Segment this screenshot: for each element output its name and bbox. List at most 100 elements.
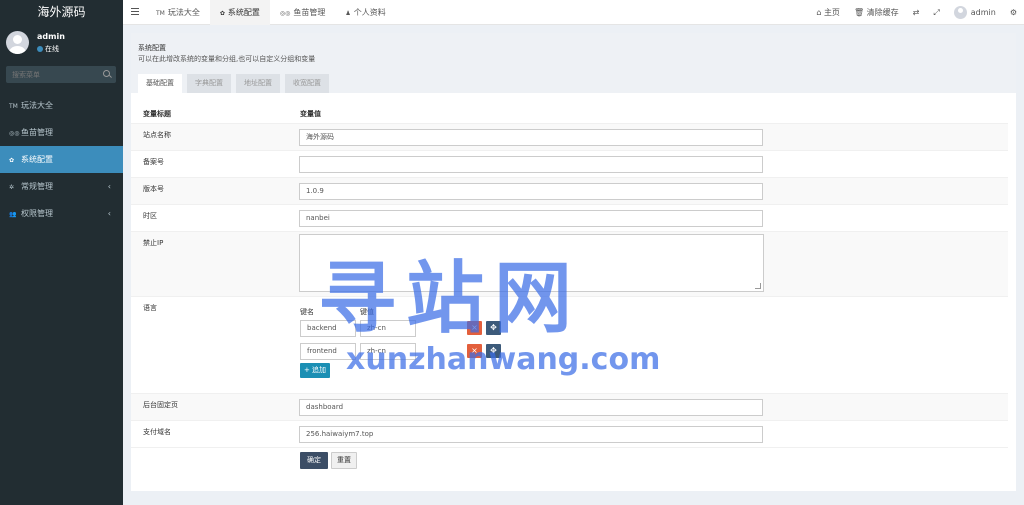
sidebar-item-label: 常规管理 [21, 182, 53, 191]
tab-dict-config[interactable]: 字典配置 [187, 74, 231, 93]
language-label: 语言 [143, 304, 157, 312]
admin-home-input[interactable]: dashboard [299, 399, 763, 416]
confirm-button[interactable]: 确定 [300, 452, 328, 469]
home-button[interactable]: ⌂ 主页 [809, 0, 847, 25]
clear-cache-label: 清除缓存 [866, 8, 899, 17]
tab-fish[interactable]: ◎◎ 鱼苗管理 [270, 0, 335, 25]
form-divider [131, 447, 1008, 448]
user-status-text: 在线 [45, 45, 59, 53]
beian-label: 备案号 [143, 158, 164, 166]
sidebar-item-system-config[interactable]: ✿ 系统配置 [0, 146, 123, 173]
language-value-input[interactable]: zh-cn [360, 343, 416, 360]
nav-right: ⌂ 主页 🗑 清除缓存 ⇄ ⤢ admin ⚙ [809, 0, 1024, 25]
tab-basic-config[interactable]: 基础配置 [138, 74, 182, 93]
cogs-icon: ✲ [9, 184, 15, 191]
gear-icon: ✿ [9, 157, 15, 164]
tab-gameplay[interactable]: TM 玩法大全 [146, 0, 210, 25]
delete-row-button[interactable]: × [467, 321, 482, 335]
gear-icon: ✿ [219, 10, 225, 17]
pay-domain-input[interactable]: 256.haiwaiym7.top [299, 426, 763, 443]
tm-icon: TM [156, 10, 165, 17]
language-key-input[interactable]: backend [300, 320, 356, 337]
timezone-input[interactable]: nanbei [299, 210, 763, 227]
user-menu[interactable]: admin [947, 0, 1003, 25]
tab-profile[interactable]: ♟ 个人资料 [335, 0, 395, 25]
row-admin-home: 后台固定页 dashboard [131, 393, 1008, 420]
language-key-header: 键名 [300, 308, 314, 316]
top-navbar: TM 玩法大全 ✿ 系统配置 ◎◎ 鱼苗管理 ♟ 个人资料 ⌂ 主页 🗑 清除缓存 ⇄ … [123, 0, 1024, 25]
sidebar-menu: TM 玩法大全 ◎◎ 鱼苗管理 ✿ 系统配置 ✲ 常规管理 ‹ 👥 权限管理 ‹ [0, 92, 123, 227]
drag-row-button[interactable]: ✥ [486, 344, 501, 358]
language-value-input[interactable]: zh-cn [360, 320, 416, 337]
sidebar: 海外源码 admin 在线 TM玩法大全 ◎◎鱼苗管理 ✿ 系统配置 ✲ 常规管理 ‹… [0, 0, 123, 505]
site-name-label: 站点名称 [143, 131, 171, 139]
forbidden-ip-textarea[interactable] [299, 234, 764, 292]
tab-label: 个人资料 [353, 8, 386, 17]
panel-heading: 系统配置 可以在此增改系统的变量和分组,也可以自定义分组和变量 基础配置 字典配… [131, 33, 1016, 93]
admin-home-label: 后台固定页 [143, 401, 178, 409]
user-name: admin [37, 32, 65, 41]
tm-icon: TM [9, 103, 18, 110]
append-label: 追加 [312, 366, 327, 374]
config-sub-tabs: 基础配置 字典配置 地址配置 收宽配置 [138, 74, 334, 93]
online-dot-icon [37, 46, 43, 52]
times-icon: × [471, 346, 478, 355]
user-panel: admin 在线 [0, 25, 123, 62]
tab-address-config[interactable]: 地址配置 [236, 74, 280, 93]
move-icon: ✥ [490, 323, 497, 332]
sidebar-item-gameplay[interactable]: TM 玩法大全 [0, 92, 123, 119]
trash-icon: 🗑 [853, 8, 865, 17]
forbidden-ip-label: 禁止IP [143, 239, 164, 247]
home-icon: ⌂ [816, 8, 822, 17]
sidebar-item-label: 鱼苗管理 [21, 128, 53, 137]
sidebar-item-permission[interactable]: 👥 权限管理 ‹ [0, 200, 123, 227]
version-label: 版本号 [143, 185, 164, 193]
drag-row-button[interactable]: ✥ [486, 321, 501, 335]
search-icon[interactable] [103, 70, 110, 77]
user-status: 在线 [37, 44, 59, 54]
chevron-left-icon: ‹ [107, 182, 111, 191]
home-label: 主页 [823, 8, 840, 17]
sidebar-search [6, 66, 116, 83]
user-icon: ♟ [345, 10, 351, 17]
tab-payment-config[interactable]: 收宽配置 [285, 74, 329, 93]
site-name-input[interactable]: 海外源码 [299, 129, 763, 146]
settings-button[interactable]: ⚙ [1003, 0, 1024, 25]
user-avatar [6, 31, 29, 54]
sidebar-item-fish[interactable]: ◎◎ 鱼苗管理 [0, 119, 123, 146]
page-description: 可以在此增改系统的变量和分组,也可以自定义分组和变量 [138, 55, 316, 63]
pay-domain-label: 支付域名 [143, 428, 171, 436]
beian-input[interactable] [299, 156, 763, 173]
language-key-input[interactable]: frontend [300, 343, 356, 360]
row-language: 语言 [131, 296, 1008, 393]
glasses-icon: ◎◎ [279, 10, 291, 17]
sidebar-item-general[interactable]: ✲ 常规管理 ‹ [0, 173, 123, 200]
avatar [953, 6, 967, 19]
tab-label: 鱼苗管理 [293, 8, 326, 17]
menu-toggle-icon[interactable] [131, 8, 139, 16]
column-header-value: 变量值 [300, 110, 321, 118]
sidebar-search-input[interactable] [6, 66, 96, 83]
sidebar-item-label: 系统配置 [21, 155, 53, 164]
cogs-icon: ⚙ [1009, 8, 1017, 17]
translate-button[interactable]: ⇄ [906, 0, 927, 25]
version-input[interactable]: 1.0.9 [299, 183, 763, 200]
reset-button[interactable]: 重置 [331, 452, 357, 469]
plus-icon: + [303, 366, 310, 374]
tab-label: 系统配置 [227, 8, 260, 17]
append-row-button[interactable]: + 追加 [300, 363, 330, 378]
page-title: 系统配置 [138, 44, 166, 52]
row-version: 版本号 1.0.9 [131, 177, 1008, 204]
tab-system-config[interactable]: ✿ 系统配置 [209, 0, 270, 25]
timezone-label: 时区 [143, 212, 157, 220]
delete-row-button[interactable]: × [467, 344, 482, 358]
fullscreen-icon: ⤢ [933, 8, 940, 17]
row-beian: 备案号 [131, 150, 1008, 177]
app-logo[interactable]: 海外源码 [0, 0, 123, 25]
row-site-name: 站点名称 海外源码 [131, 123, 1008, 150]
fullscreen-button[interactable]: ⤢ [926, 0, 946, 25]
sidebar-item-label: 权限管理 [21, 209, 53, 218]
clear-cache-button[interactable]: 🗑 清除缓存 [847, 0, 906, 25]
row-pay-domain: 支付域名 256.haiwaiym7.top [131, 420, 1008, 447]
tab-label: 玩法大全 [167, 8, 200, 17]
